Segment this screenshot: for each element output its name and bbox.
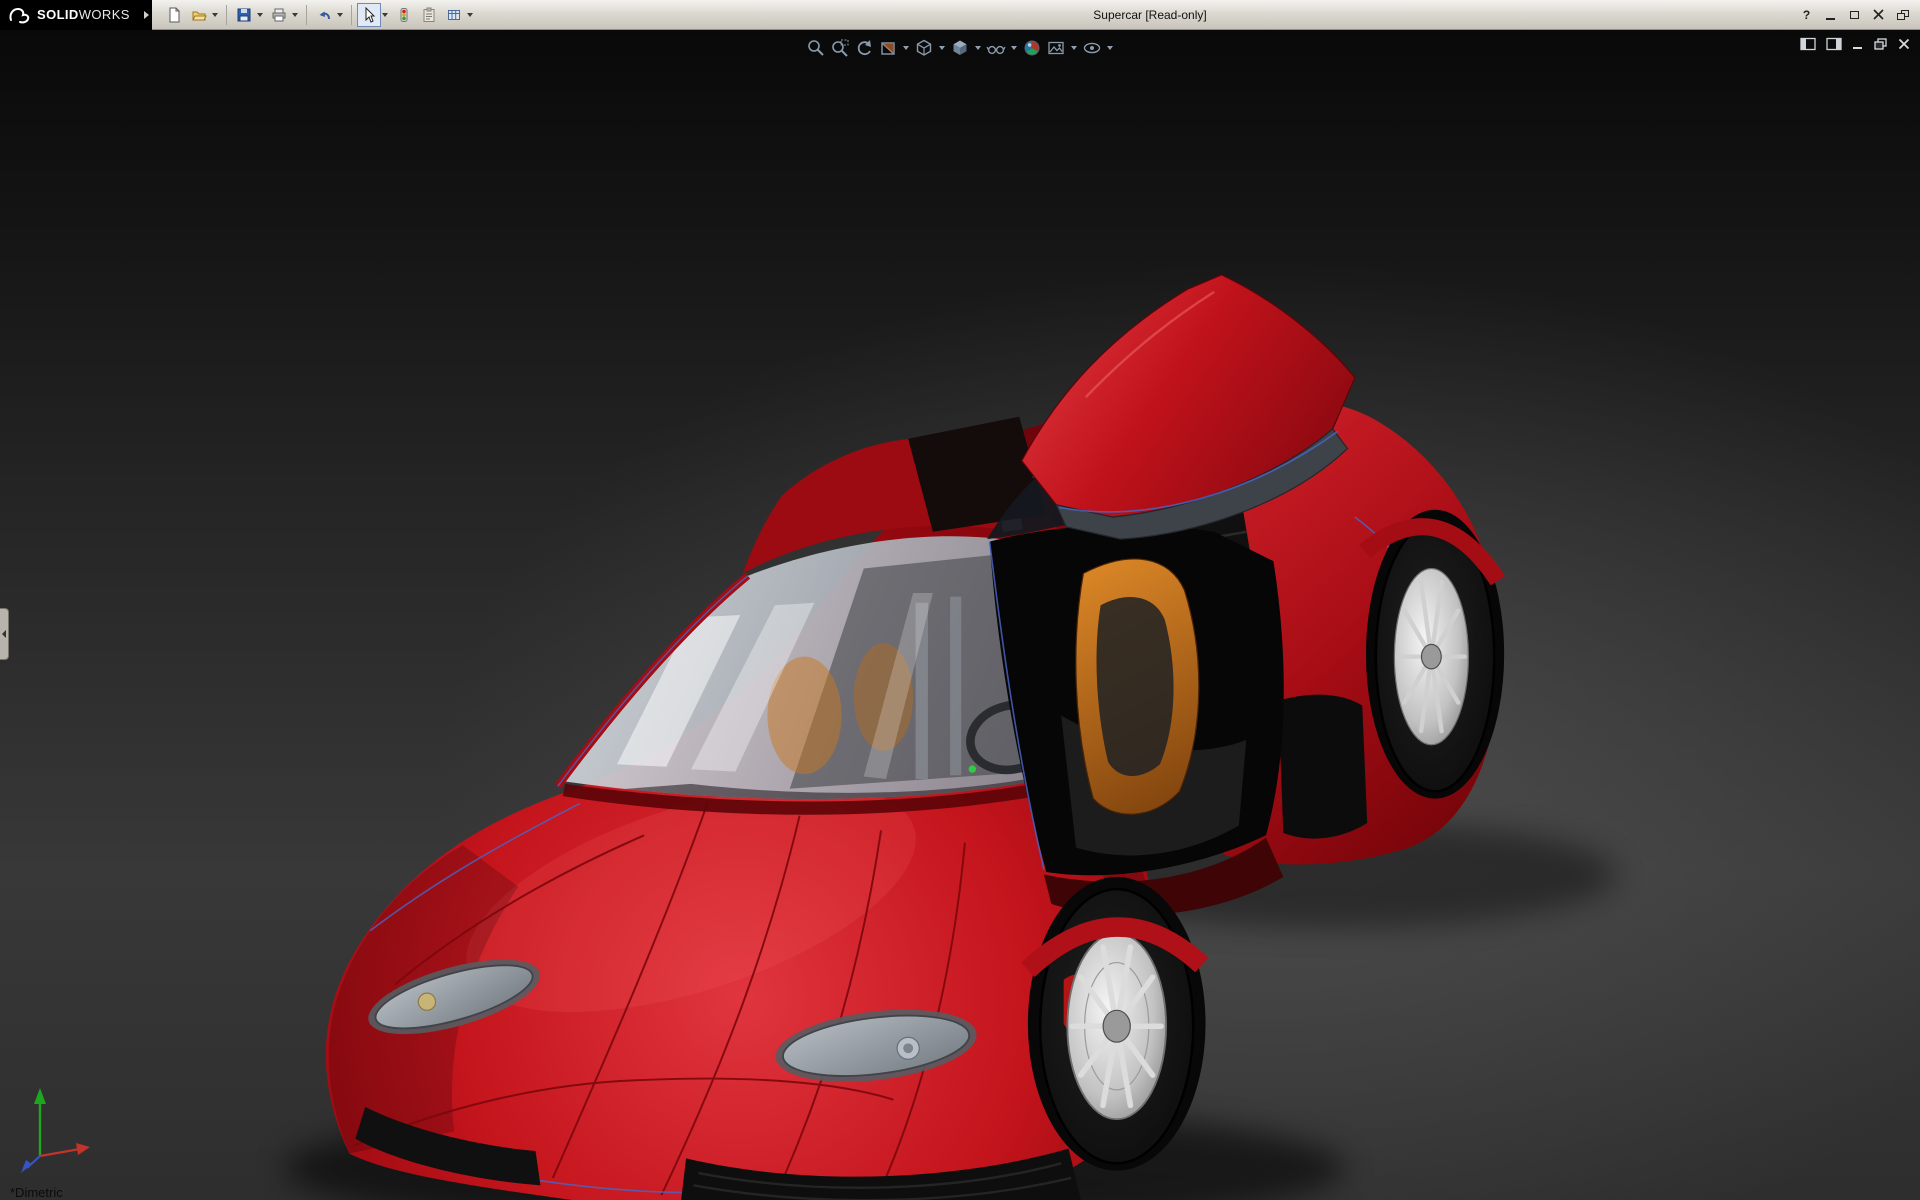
open-folder-icon <box>192 11 207 20</box>
previous-view-icon <box>857 40 871 56</box>
minimize-button[interactable] <box>1823 7 1838 22</box>
document-restore-button[interactable] <box>1874 37 1888 51</box>
view-cube-icon <box>916 39 932 56</box>
zoom-to-fit-button[interactable] <box>805 37 827 59</box>
toolbar-separator <box>305 4 307 25</box>
caret-down-icon[interactable] <box>1071 46 1077 50</box>
headlight-left-lamp <box>417 992 437 1011</box>
zoom-to-area-icon <box>832 39 849 57</box>
open-button[interactable] <box>187 3 211 27</box>
heads-up-view-toolbar <box>805 37 1115 59</box>
caret-down-icon[interactable] <box>939 46 945 50</box>
front-wheel[interactable] <box>1021 876 1209 1171</box>
y-axis-arrow <box>34 1088 46 1104</box>
pane-right-icon <box>1826 37 1842 51</box>
hide-show-items-button[interactable] <box>985 37 1007 59</box>
x-axis-arrow <box>76 1143 90 1155</box>
save-icon <box>237 8 251 21</box>
section-view-button[interactable] <box>877 37 899 59</box>
edit-appearance-button[interactable] <box>1021 37 1043 59</box>
new-icon <box>169 7 180 22</box>
z-axis-arrow <box>21 1160 32 1173</box>
app-titlebar: SOLIDWORKS Supercar [Read-only] ? <box>0 0 1920 30</box>
document-close-button[interactable] <box>1898 38 1910 50</box>
rebuild-icon <box>400 7 408 22</box>
scene-icon <box>1048 41 1064 55</box>
caret-down-icon[interactable] <box>975 46 981 50</box>
print-icon <box>272 8 286 21</box>
restore-icon <box>1874 37 1887 50</box>
display-style-icon <box>953 40 967 55</box>
file-properties-icon <box>423 7 435 22</box>
view-settings-button[interactable] <box>1081 37 1103 59</box>
view-orientation-label: *Dimetric <box>10 1185 63 1200</box>
chevron-right-icon <box>144 10 150 19</box>
window-title: Supercar [Read-only] <box>1093 7 1207 22</box>
switch-windows-button[interactable] <box>1895 7 1910 22</box>
zoom-to-area-button[interactable] <box>829 37 851 59</box>
restore-button[interactable] <box>1847 7 1862 22</box>
graphics-viewport[interactable]: *Dimetric <box>0 30 1920 1200</box>
caret-down-icon[interactable] <box>1107 46 1113 50</box>
document-window-controls <box>1800 37 1910 51</box>
options-button[interactable] <box>442 3 466 27</box>
options-grid-icon <box>447 9 460 20</box>
display-style-button[interactable] <box>949 37 971 59</box>
feature-tree-collapsed-tab[interactable] <box>0 608 9 660</box>
caret-down-icon[interactable] <box>211 12 218 17</box>
pane-left-icon <box>1800 37 1816 51</box>
caret-down-icon[interactable] <box>291 12 298 17</box>
brand-bold: SOLID <box>37 7 79 22</box>
new-button[interactable] <box>162 3 186 27</box>
restore-icon <box>1850 10 1859 19</box>
caret-down-icon[interactable] <box>336 12 343 17</box>
caret-down-icon[interactable] <box>466 12 473 17</box>
print-button[interactable] <box>267 3 291 27</box>
side-intake[interactable] <box>1278 694 1368 839</box>
brand-light: WORKS <box>78 7 130 22</box>
section-view-icon <box>881 42 895 55</box>
close-button[interactable] <box>1871 7 1886 22</box>
toolbar-separator <box>350 4 352 25</box>
glasses-icon <box>986 45 1006 55</box>
caret-down-icon[interactable] <box>381 12 388 17</box>
solidworks-logo: SOLIDWORKS <box>0 0 142 30</box>
document-minimize-button[interactable] <box>1852 38 1864 50</box>
standard-toolbar <box>162 2 476 27</box>
zoom-to-fit-icon <box>808 40 824 56</box>
close-icon <box>1898 38 1910 50</box>
appearance-sphere-icon <box>1024 40 1040 56</box>
caret-down-icon[interactable] <box>256 12 263 17</box>
brand-text: SOLIDWORKS <box>37 7 130 22</box>
toolbar-separator <box>225 4 227 25</box>
switch-windows-icon <box>1896 9 1909 20</box>
close-icon <box>1873 9 1884 20</box>
undo-button[interactable] <box>312 3 336 27</box>
previous-view-button[interactable] <box>853 37 875 59</box>
show-right-pane-button[interactable] <box>1826 37 1842 51</box>
file-properties-button[interactable] <box>417 3 441 27</box>
orientation-triad <box>21 1088 90 1173</box>
show-left-pane-button[interactable] <box>1800 37 1816 51</box>
select-button[interactable] <box>356 2 381 27</box>
selection-point <box>968 765 977 773</box>
solidworks-logo-icon <box>9 7 30 23</box>
chevron-left-icon <box>2 630 6 638</box>
apply-scene-button[interactable] <box>1045 37 1067 59</box>
help-icon: ? <box>1802 7 1811 22</box>
undo-icon <box>319 11 330 19</box>
help-button[interactable]: ? <box>1799 7 1814 22</box>
view-orientation-button[interactable] <box>913 37 935 59</box>
minimize-icon <box>1826 17 1835 20</box>
select-cursor-icon <box>365 6 376 23</box>
view-settings-icon <box>1083 42 1101 54</box>
minimize-icon <box>1853 47 1862 49</box>
supercar-model[interactable] <box>0 30 1920 1200</box>
rebuild-button[interactable] <box>392 3 416 27</box>
titlebar-window-controls: ? <box>1799 7 1920 22</box>
caret-down-icon[interactable] <box>1011 46 1017 50</box>
caret-down-icon[interactable] <box>903 46 909 50</box>
save-button[interactable] <box>232 3 256 27</box>
menu-expand-arrow[interactable] <box>141 0 152 30</box>
